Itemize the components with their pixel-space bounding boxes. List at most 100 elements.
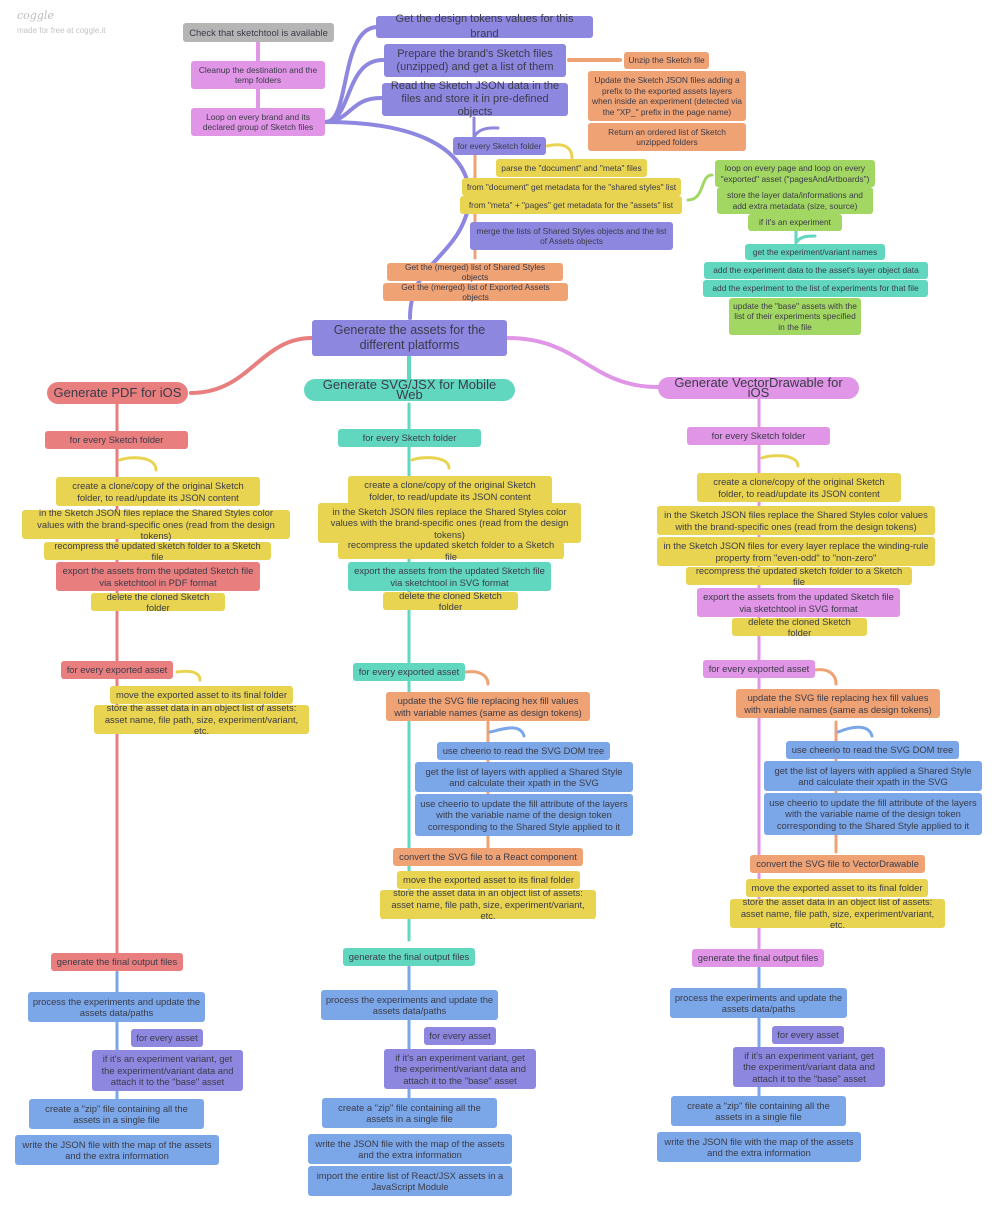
node-label: generate the final output files — [348, 951, 470, 963]
node-label: recompress the updated sketch folder to … — [347, 539, 555, 562]
node-store-layer-data[interactable]: store the layer data/informations and ad… — [717, 187, 873, 214]
svg-cheerio-update[interactable]: use cheerio to update the fill attribute… — [415, 794, 633, 836]
node-design-tokens[interactable]: Get the design tokens values for this br… — [376, 13, 593, 40]
node-label: if it's an experiment — [759, 217, 831, 228]
pdf-write-json[interactable]: write the JSON file with the map of the … — [15, 1135, 219, 1165]
vd-delete-clone[interactable]: delete the cloned Sketch folder — [732, 616, 867, 638]
node-loop-pages[interactable]: loop on every page and loop on every "ex… — [715, 160, 875, 187]
coggle-credit: made for free at coggle.it — [17, 26, 106, 35]
vd-create-zip[interactable]: create a "zip" file containing all the a… — [671, 1096, 846, 1126]
node-generate-assets[interactable]: Generate the assets for the different pl… — [312, 320, 507, 356]
vd-recompress[interactable]: recompress the updated sketch folder to … — [686, 564, 912, 588]
link-gen-pdf — [189, 336, 314, 395]
node-prepare-sketch-files[interactable]: Prepare the brand's Sketch files (unzipp… — [384, 44, 566, 77]
svg-update-fill[interactable]: update the SVG file replacing hex fill v… — [386, 692, 590, 721]
vd-for-every-asset-2[interactable]: for every asset — [772, 1026, 844, 1044]
node-platform-pdf-ios[interactable]: Generate PDF for iOS — [47, 382, 188, 404]
node-get-exported-assets[interactable]: Get the (merged) list of Exported Assets… — [383, 282, 568, 302]
pdf-create-zip[interactable]: create a "zip" file containing all the a… — [29, 1099, 204, 1129]
node-label: for every asset — [429, 1030, 491, 1042]
vd-process-experiments[interactable]: process the experiments and update the a… — [670, 988, 847, 1018]
svg-for-every-asset-2[interactable]: for every asset — [424, 1027, 496, 1045]
svg-store-asset-data[interactable]: store the asset data in an object list o… — [380, 887, 596, 921]
pdf-process-experiments[interactable]: process the experiments and update the a… — [28, 992, 205, 1022]
vd-clone-folder[interactable]: create a clone/copy of the original Sket… — [697, 473, 901, 502]
pdf-export-assets[interactable]: export the assets from the updated Sketc… — [56, 562, 260, 591]
node-label: for every asset — [777, 1029, 839, 1041]
node-label: update the SVG file replacing hex fill v… — [744, 692, 932, 715]
vd-cheerio-update[interactable]: use cheerio to update the fill attribute… — [764, 793, 982, 835]
node-label: create a "zip" file containing all the a… — [338, 1101, 481, 1125]
svg-experiment-variant[interactable]: if it's an experiment variant, get the e… — [384, 1049, 536, 1089]
pdf-for-every-folder[interactable]: for every Sketch folder — [45, 431, 188, 449]
node-add-experiment-list[interactable]: add the experiment to the list of experi… — [703, 280, 928, 297]
pdf-experiment-variant[interactable]: if it's an experiment variant, get the e… — [92, 1050, 243, 1091]
svg-get-layers[interactable]: get the list of layers with applied a Sh… — [415, 762, 633, 792]
node-label: recompress the updated sketch folder to … — [695, 564, 903, 588]
node-platform-svg-jsx[interactable]: Generate SVG/JSX for Mobile Web — [304, 378, 515, 401]
svg-for-every-asset[interactable]: for every exported asset — [353, 663, 465, 681]
svg-convert-react[interactable]: convert the SVG file to a React componen… — [393, 848, 583, 866]
pdf-recompress[interactable]: recompress the updated sketch folder to … — [44, 540, 271, 562]
svg-write-json[interactable]: write the JSON file with the map of the … — [308, 1134, 512, 1164]
node-label: store the asset data in an object list o… — [104, 702, 299, 737]
vd-convert-vectordrawable[interactable]: convert the SVG file to VectorDrawable — [750, 855, 925, 873]
node-cleanup-folders[interactable]: Cleanup the destination and the temp fol… — [191, 61, 325, 89]
vd-winding-rule[interactable]: in the Sketch JSON files for every layer… — [657, 537, 935, 566]
node-label: parse the "document" and "meta" files — [501, 162, 642, 173]
node-label: add the experiment data to the asset's l… — [713, 265, 919, 276]
node-return-ordered-list[interactable]: Return an ordered list of Sketch unzippe… — [588, 123, 746, 151]
node-read-sketch-json[interactable]: Read the Sketch JSON data in the files a… — [382, 80, 568, 118]
node-check-sketchtool[interactable]: Check that sketchtool is available — [183, 23, 334, 42]
vd-cheerio-read[interactable]: use cheerio to read the SVG DOM tree — [786, 741, 959, 759]
vd-get-layers[interactable]: get the list of layers with applied a Sh… — [764, 761, 982, 791]
node-label: delete the cloned Sketch folder — [106, 590, 210, 614]
node-unzip[interactable]: Unzip the Sketch file — [624, 52, 709, 69]
node-merge-lists[interactable]: merge the lists of Shared Styles objects… — [470, 222, 673, 250]
pdf-store-asset-data[interactable]: store the asset data in an object list o… — [94, 702, 309, 737]
svg-create-zip[interactable]: create a "zip" file containing all the a… — [322, 1098, 497, 1128]
pdf-for-every-asset-2[interactable]: for every asset — [131, 1029, 203, 1047]
svg-clone-folder[interactable]: create a clone/copy of the original Sket… — [348, 476, 552, 505]
node-add-experiment-data[interactable]: add the experiment data to the asset's l… — [704, 262, 928, 279]
svg-delete-clone[interactable]: delete the cloned Sketch folder — [383, 590, 518, 612]
node-loop-brands[interactable]: Loop on every brand and its declared gro… — [191, 108, 325, 136]
node-label: Generate the assets for the different pl… — [333, 323, 486, 352]
node-label: Prepare the brand's Sketch files (unzipp… — [396, 47, 554, 73]
vd-move-asset[interactable]: move the exported asset to its final fol… — [746, 879, 928, 897]
node-update-json-prefix[interactable]: Update the Sketch JSON files adding a pr… — [588, 71, 746, 121]
vd-store-asset-data[interactable]: store the asset data in an object list o… — [730, 896, 945, 930]
svg-final-output[interactable]: generate the final output files — [343, 948, 475, 966]
svg-recompress[interactable]: recompress the updated sketch folder to … — [338, 539, 564, 562]
node-get-experiment-names[interactable]: get the experiment/variant names — [745, 244, 885, 260]
pdf-final-output[interactable]: generate the final output files — [51, 953, 183, 971]
node-platform-vectordrawable[interactable]: Generate VectorDrawable for iOS — [658, 376, 859, 399]
node-update-base-assets[interactable]: update the "base" assets with the list o… — [729, 298, 861, 335]
vd-export-assets[interactable]: export the assets from the updated Sketc… — [697, 588, 900, 617]
vd-for-every-asset[interactable]: for every exported asset — [703, 660, 815, 678]
svg-replace-colors[interactable]: in the Sketch JSON files replace the Sha… — [318, 503, 581, 543]
node-get-shared-styles[interactable]: Get the (merged) list of Shared Styles o… — [387, 262, 563, 282]
pdf-clone-folder[interactable]: create a clone/copy of the original Sket… — [56, 477, 260, 506]
svg-for-every-folder[interactable]: for every Sketch folder — [338, 429, 481, 447]
vd-final-output[interactable]: generate the final output files — [692, 949, 824, 967]
pdf-replace-colors[interactable]: in the Sketch JSON files replace the Sha… — [22, 507, 290, 541]
node-from-document[interactable]: from "document" get metadata for the "sh… — [462, 178, 681, 196]
vd-experiment-variant[interactable]: if it's an experiment variant, get the e… — [733, 1047, 885, 1087]
node-label: for every asset — [136, 1032, 198, 1044]
vd-replace-colors[interactable]: in the Sketch JSON files replace the Sha… — [657, 506, 935, 535]
pdf-for-every-asset[interactable]: for every exported asset — [61, 661, 173, 679]
svg-cheerio-read[interactable]: use cheerio to read the SVG DOM tree — [437, 742, 610, 760]
node-label: Read the Sketch JSON data in the files a… — [390, 80, 560, 118]
node-from-meta[interactable]: from "meta" + "pages" get metadata for t… — [460, 196, 682, 214]
node-read-for-every-folder[interactable]: for every Sketch folder — [453, 137, 546, 155]
node-if-experiment[interactable]: if it's an experiment — [748, 214, 842, 231]
vd-for-every-folder[interactable]: for every Sketch folder — [687, 427, 830, 445]
svg-process-experiments[interactable]: process the experiments and update the a… — [321, 990, 498, 1020]
pdf-delete-clone[interactable]: delete the cloned Sketch folder — [91, 590, 225, 614]
svg-import-module[interactable]: import the entire list of React/JSX asse… — [308, 1166, 512, 1196]
vd-update-fill[interactable]: update the SVG file replacing hex fill v… — [736, 689, 940, 718]
vd-write-json[interactable]: write the JSON file with the map of the … — [657, 1132, 861, 1162]
svg-export-assets[interactable]: export the assets from the updated Sketc… — [348, 562, 551, 591]
node-parse-files[interactable]: parse the "document" and "meta" files — [496, 159, 647, 177]
